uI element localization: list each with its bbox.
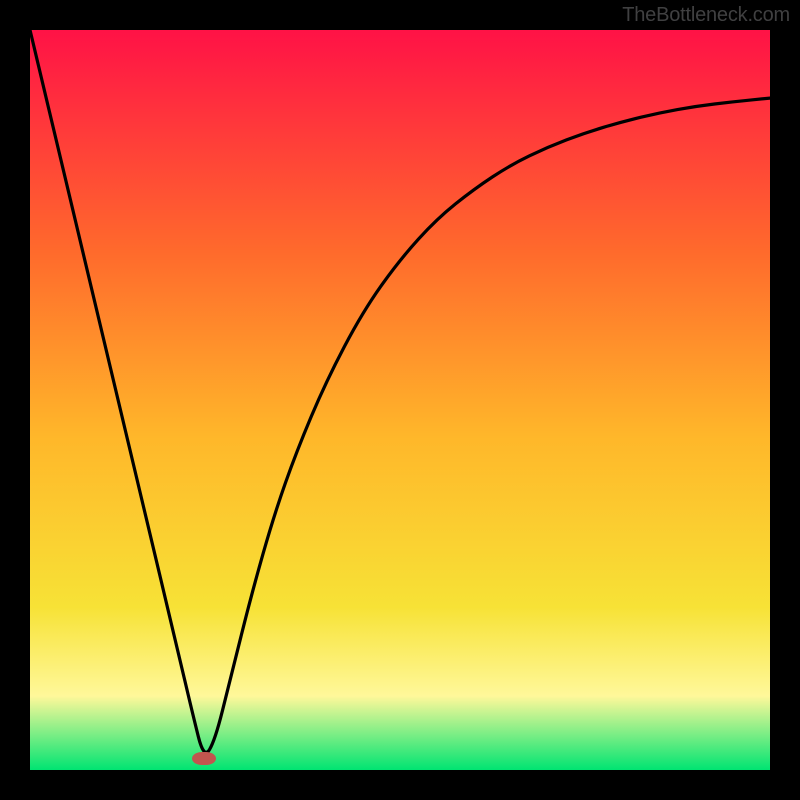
bottleneck-curve xyxy=(30,30,770,770)
attribution-text: TheBottleneck.com xyxy=(622,4,790,27)
chart-stage: TheBottleneck.com xyxy=(0,0,800,800)
minimum-marker xyxy=(192,752,216,765)
plot-area xyxy=(30,30,770,770)
